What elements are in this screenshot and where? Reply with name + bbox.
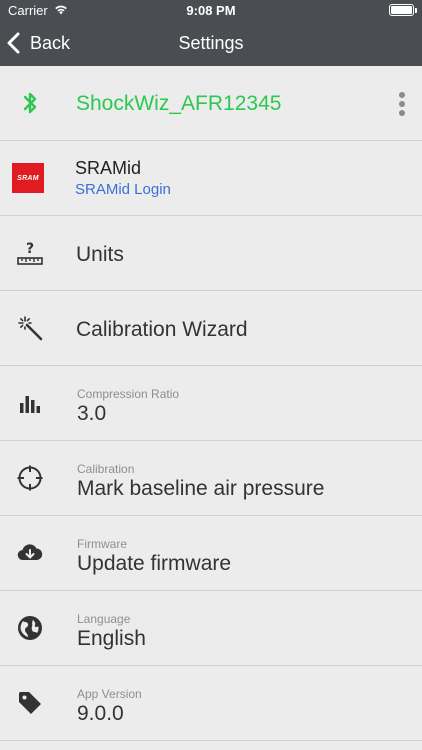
- clock: 9:08 PM: [186, 3, 236, 18]
- crosshair-icon: [14, 462, 46, 494]
- magic-wand-icon: [14, 312, 46, 344]
- calibration-value: Mark baseline air pressure: [77, 477, 325, 500]
- sramid-row[interactable]: SRAM SRAMid SRAMid Login: [0, 141, 422, 216]
- device-name: ShockWiz_AFR12345: [76, 92, 282, 115]
- bar-chart-icon: [14, 387, 46, 419]
- firmware-caption: Firmware: [77, 537, 127, 551]
- tag-icon: [14, 687, 46, 719]
- compression-ratio-row[interactable]: Compression Ratio 3.0: [0, 366, 422, 441]
- compression-ratio-value: 3.0: [77, 402, 107, 425]
- page-title: Settings: [178, 33, 244, 53]
- bluetooth-icon: [14, 87, 46, 119]
- svg-text:?: ?: [26, 241, 34, 257]
- language-row[interactable]: Language English: [0, 591, 422, 666]
- sramid-login-link[interactable]: SRAMid Login: [75, 181, 171, 198]
- calibration-wizard-label: Calibration Wizard: [76, 318, 248, 341]
- sramid-title: SRAMid: [75, 158, 142, 178]
- language-value: English: [77, 627, 146, 650]
- app-version-caption: App Version: [77, 687, 142, 701]
- units-row[interactable]: ? Units: [0, 216, 422, 291]
- calibration-wizard-row[interactable]: Calibration Wizard: [0, 291, 422, 366]
- more-options-icon[interactable]: [398, 92, 406, 116]
- sram-logo: SRAM: [12, 163, 44, 193]
- calibration-caption: Calibration: [77, 462, 135, 476]
- device-row[interactable]: ShockWiz_AFR12345: [0, 66, 422, 141]
- units-label: Units: [76, 243, 124, 266]
- battery-icon: [389, 4, 417, 16]
- compression-ratio-caption: Compression Ratio: [77, 387, 180, 401]
- units-icon: ?: [14, 237, 46, 269]
- app-version-row: App Version 9.0.0: [0, 666, 422, 741]
- settings-list: ShockWiz_AFR12345 SRAM SRAMid SRAMid Log…: [0, 66, 422, 741]
- calibration-row[interactable]: Calibration Mark baseline air pressure: [0, 441, 422, 516]
- language-caption: Language: [77, 612, 131, 626]
- globe-icon: [14, 612, 46, 644]
- app-version-value: 9.0.0: [77, 702, 124, 725]
- status-bar: Carrier 9:08 PM: [0, 0, 422, 22]
- firmware-value: Update firmware: [77, 552, 232, 575]
- navigation-bar: Carrier 9:08 PM Back Settings: [0, 0, 422, 66]
- cloud-download-icon: [14, 537, 46, 569]
- firmware-row[interactable]: Firmware Update firmware: [0, 516, 422, 591]
